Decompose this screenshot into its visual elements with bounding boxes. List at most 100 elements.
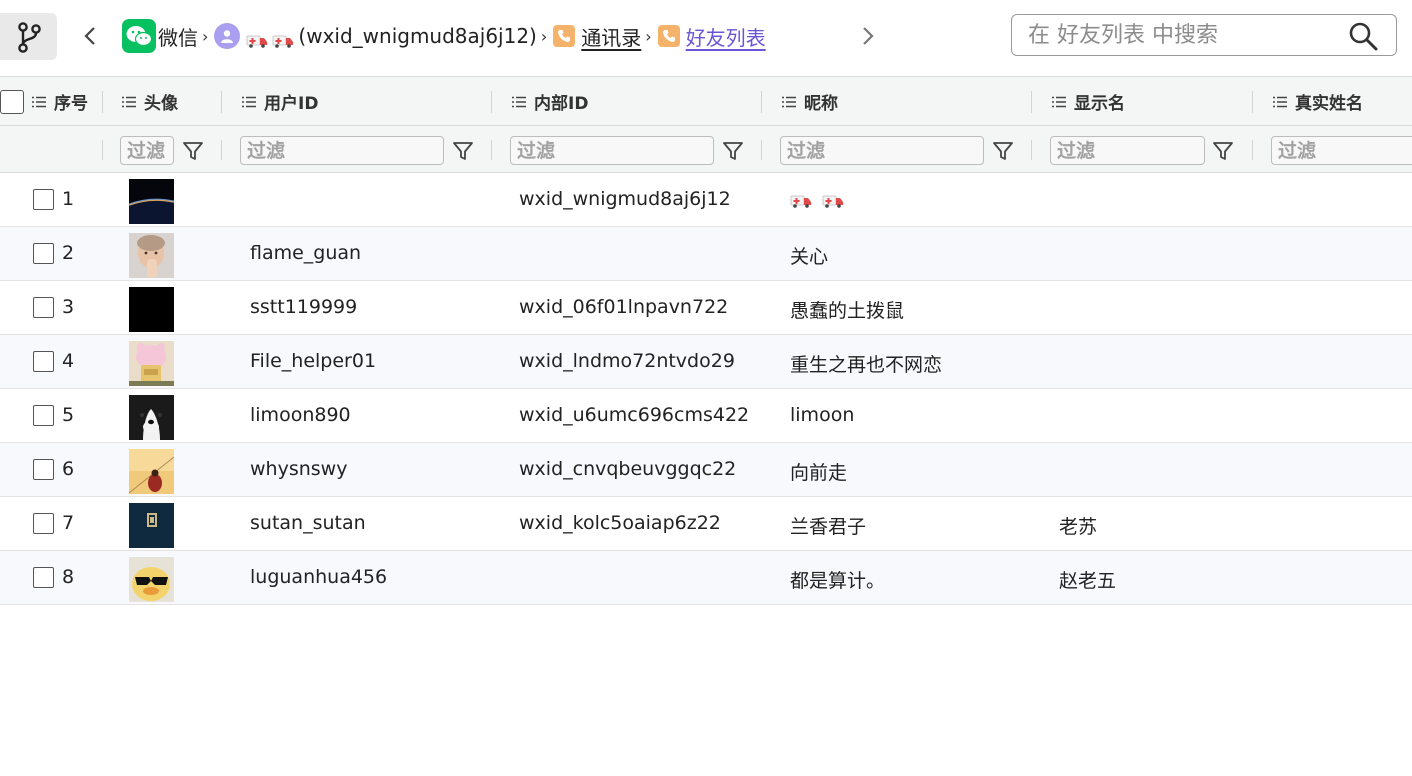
avatar[interactable] [129, 179, 174, 224]
branch-button[interactable] [0, 13, 57, 60]
breadcrumb-account-label: (wxid_wnigmud8aj6j12) [298, 24, 537, 48]
cell-display-name: 赵老五 [1059, 570, 1117, 592]
cell-user-id: File_helper01 [250, 350, 377, 372]
search-box [1011, 14, 1397, 56]
cell-nickname: 愚蠢的土拨鼠 [790, 300, 905, 322]
git-branch-icon [17, 21, 41, 53]
cell-display-name: 老苏 [1059, 516, 1098, 538]
column-divider[interactable] [491, 91, 492, 113]
filter-input-avatar[interactable] [120, 136, 174, 165]
avatar[interactable] [129, 395, 174, 440]
row-index: 3 [62, 296, 75, 318]
filter-icon[interactable] [451, 139, 475, 163]
row-checkbox[interactable] [33, 351, 54, 372]
column-header-internal-id[interactable]: 内部ID [512, 77, 588, 126]
avatar[interactable] [129, 287, 174, 332]
cell-nickname: 兰香君子 [790, 516, 867, 538]
filter-input-internal-id[interactable] [510, 136, 714, 165]
table-row[interactable]: 5 limoon890 wxid_u6umc696cms422 limoon [0, 389, 1412, 443]
breadcrumb-friends[interactable]: 好友列表 [657, 22, 766, 51]
column-header-avatar[interactable]: 头像 [122, 77, 178, 126]
column-header-real-name[interactable]: 真实姓名 [1273, 77, 1363, 126]
list-icon [1052, 96, 1066, 107]
column-header-user-id[interactable]: 用户ID [242, 77, 318, 126]
chevron-left-icon [84, 27, 95, 45]
filter-icon[interactable] [1211, 139, 1235, 163]
table-row[interactable]: 7 sutan_sutan wxid_kolc5oaiap6z22 兰香君子 老… [0, 497, 1412, 551]
row-checkbox[interactable] [33, 459, 54, 480]
filter-input-user-id[interactable] [240, 136, 444, 165]
phone-book-icon [657, 25, 680, 47]
table-row[interactable]: 4 File_helper01 wxid_lndmo72ntvdo29 重生之再… [0, 335, 1412, 389]
filter-icon[interactable] [721, 139, 745, 163]
cell-internal-id: wxid_06f01lnpavn722 [519, 296, 729, 318]
column-divider [491, 140, 492, 160]
column-divider [1252, 140, 1253, 160]
row-checkbox[interactable] [33, 189, 54, 210]
forward-button[interactable] [858, 22, 878, 50]
table-header: 序号 头像 用户ID 内部ID 昵称 显示名 真实姓名 [0, 76, 1412, 126]
filter-input-display-name[interactable] [1050, 136, 1205, 165]
filter-icon[interactable] [991, 139, 1015, 163]
column-divider [761, 140, 762, 160]
filter-input-nickname[interactable] [780, 136, 984, 165]
column-divider[interactable] [221, 91, 222, 113]
row-checkbox[interactable] [33, 567, 54, 588]
list-icon [122, 96, 136, 107]
column-header-index[interactable]: 序号 [32, 77, 88, 126]
breadcrumb-account[interactable]: (wxid_wnigmud8aj6j12) [214, 23, 537, 49]
column-divider[interactable] [1031, 91, 1032, 113]
avatar[interactable] [129, 233, 174, 278]
column-divider[interactable] [761, 91, 762, 113]
breadcrumb-contacts-label: 通讯录 [581, 25, 642, 50]
column-divider [102, 140, 103, 160]
cell-nickname: 重生之再也不网恋 [790, 354, 943, 376]
list-icon [1273, 96, 1287, 107]
row-checkbox[interactable] [33, 297, 54, 318]
list-icon [32, 96, 46, 107]
back-button[interactable] [80, 22, 100, 50]
row-index: 8 [62, 566, 75, 588]
column-header-display-name[interactable]: 显示名 [1052, 77, 1125, 126]
avatar[interactable] [129, 341, 174, 386]
cell-user-id: sutan_sutan [250, 512, 366, 534]
table-row[interactable]: 6 whysnswy wxid_cnvqbeuvggqc22 向前走 [0, 443, 1412, 497]
table-row[interactable]: 3 sstt119999 wxid_06f01lnpavn722 愚蠢的土拨鼠 [0, 281, 1412, 335]
breadcrumb: 微信 › (wxid_wnigmud8aj6j12) › 通讯录 › 好友列表 [122, 16, 766, 56]
column-divider[interactable] [102, 91, 103, 113]
row-checkbox[interactable] [33, 243, 54, 264]
cell-user-id: luguanhua456 [250, 566, 388, 588]
column-header-label: 头像 [144, 94, 178, 114]
column-header-nickname[interactable]: 昵称 [782, 77, 838, 126]
avatar[interactable] [129, 449, 174, 494]
search-icon[interactable] [1348, 21, 1378, 51]
filter-input-real-name[interactable] [1271, 136, 1412, 165]
cell-internal-id: wxid_lndmo72ntvdo29 [519, 350, 735, 372]
ambulance-icon [246, 29, 268, 48]
list-icon [512, 96, 526, 107]
ambulance-icon [822, 191, 844, 208]
column-divider [1031, 140, 1032, 160]
select-all-checkbox[interactable] [0, 90, 24, 114]
row-checkbox[interactable] [33, 513, 54, 534]
list-icon [242, 96, 256, 107]
breadcrumb-wechat-label: 微信 [158, 25, 198, 50]
chevron-right-icon: › [202, 26, 209, 46]
ambulance-icon [272, 29, 294, 48]
cell-nickname: 都是算计。 [790, 570, 886, 592]
avatar[interactable] [129, 557, 174, 602]
breadcrumb-contacts[interactable]: 通讯录 [553, 22, 641, 51]
chevron-right-icon [863, 27, 874, 45]
filter-icon[interactable] [181, 139, 205, 163]
table-row[interactable]: 2 flame_guan 关心 [0, 227, 1412, 281]
cell-user-id: whysnswy [250, 458, 348, 480]
search-input[interactable] [1028, 19, 1338, 51]
avatar[interactable] [129, 503, 174, 548]
breadcrumb-wechat[interactable]: 微信 [122, 19, 198, 53]
table-row[interactable]: 1 wxid_wnigmud8aj6j12 [0, 173, 1412, 227]
row-checkbox[interactable] [33, 405, 54, 426]
cell-internal-id: wxid_kolc5oaiap6z22 [519, 512, 721, 534]
table-row[interactable]: 8 luguanhua456 都是算计。 赵老五 [0, 551, 1412, 605]
column-divider[interactable] [1252, 91, 1253, 113]
chevron-right-icon: › [540, 26, 548, 46]
